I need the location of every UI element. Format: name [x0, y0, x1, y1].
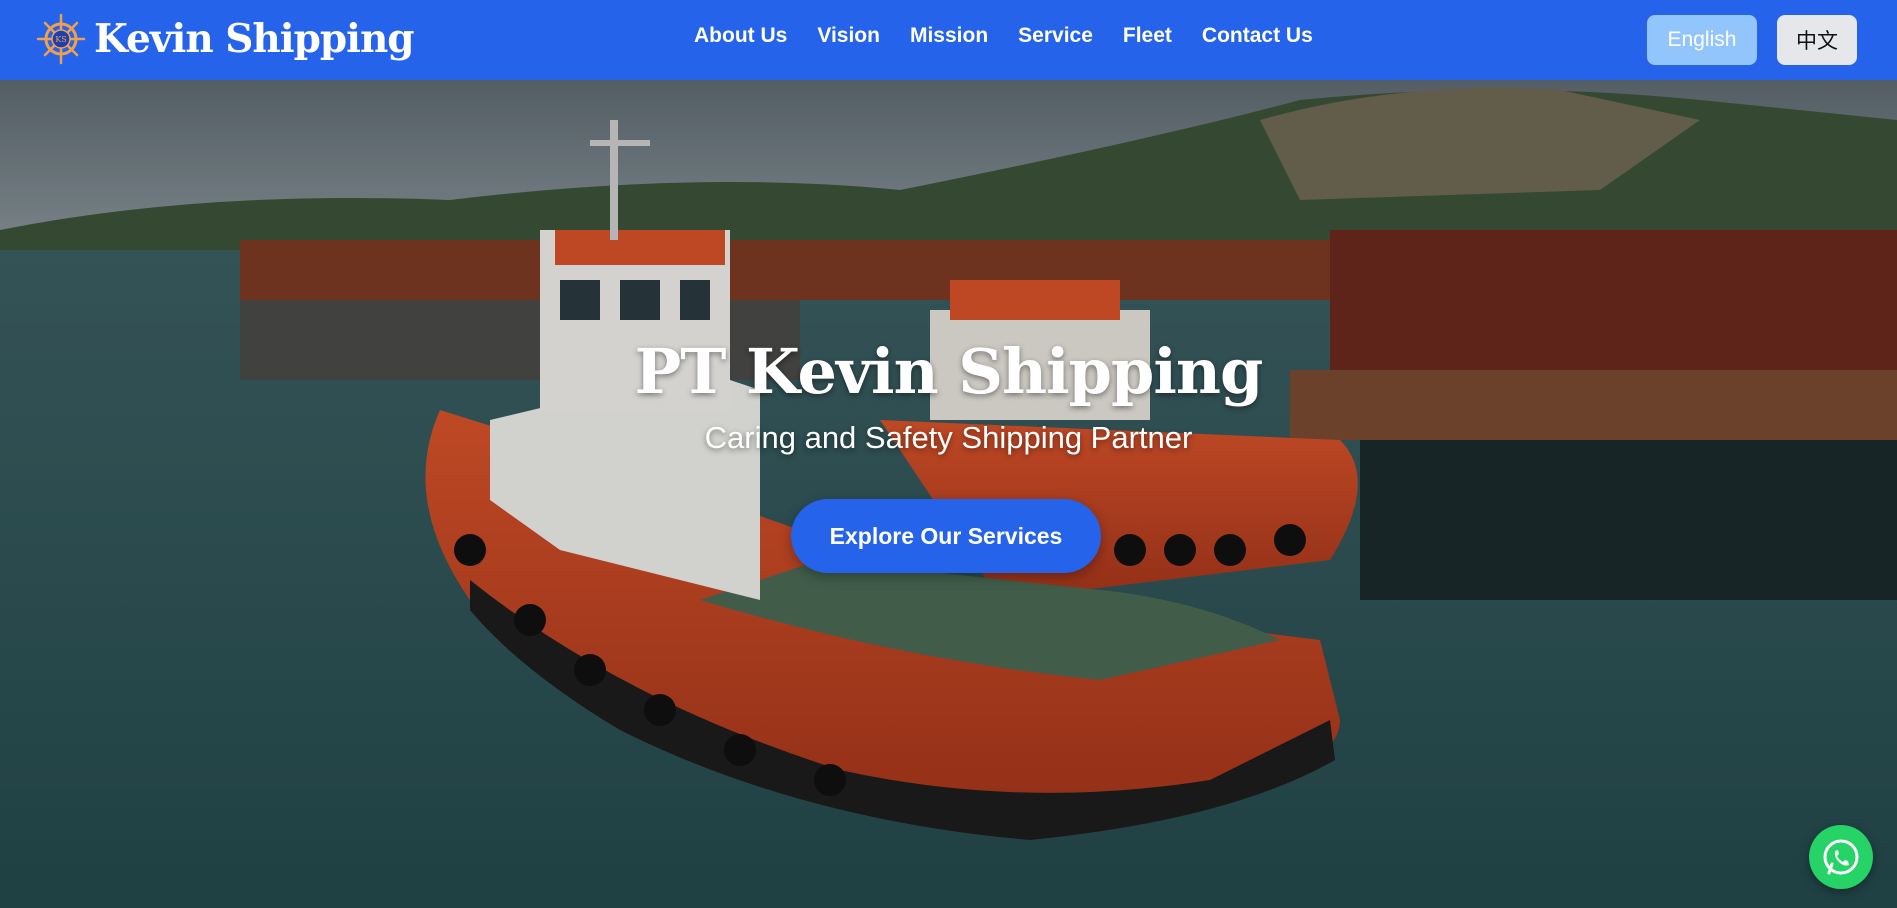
nav-fleet[interactable]: Fleet — [1123, 24, 1172, 48]
language-english-button[interactable]: English — [1647, 15, 1757, 65]
ship-wheel-icon: KS — [36, 13, 86, 65]
main-nav: About Us Vision Mission Service Fleet Co… — [694, 24, 1343, 48]
explore-services-button[interactable]: Explore Our Services — [791, 499, 1101, 573]
whatsapp-button[interactable] — [1809, 825, 1873, 889]
brand-name: Kevin Shipping — [94, 16, 415, 62]
top-navbar: KS Kevin Shipping About Us Vision Missio… — [0, 0, 1897, 80]
brand[interactable]: KS Kevin Shipping — [36, 12, 415, 66]
nav-contact-us[interactable]: Contact Us — [1202, 24, 1313, 48]
hero-subtitle: Caring and Safety Shipping Partner — [704, 420, 1193, 455]
hero-section: PT Kevin Shipping Caring and Safety Ship… — [0, 80, 1897, 908]
nav-mission[interactable]: Mission — [910, 24, 988, 48]
hero-title: PT Kevin Shipping — [634, 335, 1264, 408]
nav-service[interactable]: Service — [1018, 24, 1093, 48]
nav-about-us[interactable]: About Us — [694, 24, 787, 48]
nav-vision[interactable]: Vision — [817, 24, 880, 48]
logo-initials: KS — [55, 35, 66, 44]
language-chinese-button[interactable]: 中文 — [1777, 15, 1857, 65]
hero-overlay — [0, 80, 1897, 908]
whatsapp-icon — [1823, 839, 1859, 875]
